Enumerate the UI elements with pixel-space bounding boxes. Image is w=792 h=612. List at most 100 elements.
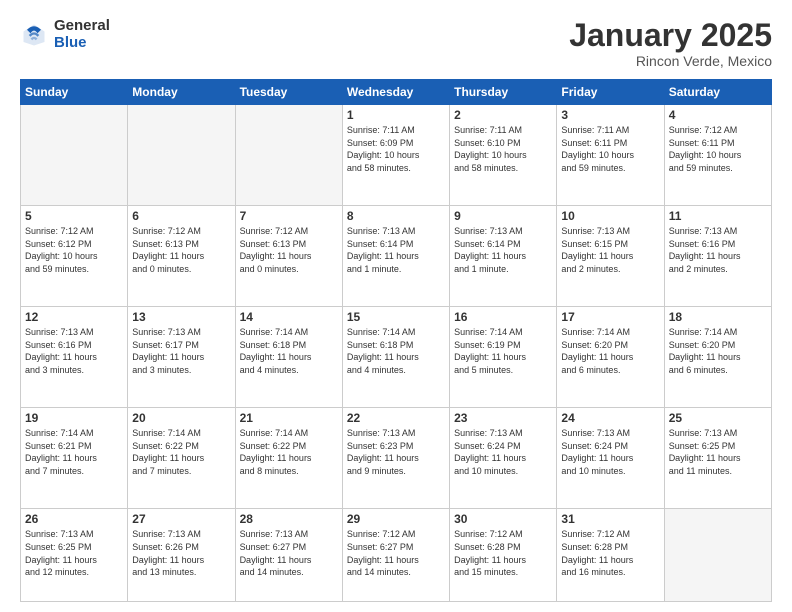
calendar-cell: 19Sunrise: 7:14 AM Sunset: 6:21 PM Dayli… [21, 408, 128, 509]
weekday-header-tuesday: Tuesday [235, 80, 342, 105]
calendar-cell: 18 Sunrise: 7:14 AM Sunset: 6:20 PM Dayli… [664, 307, 771, 408]
day-number: 11 [669, 209, 767, 223]
calendar-cell: 17Sunrise: 7:14 AM Sunset: 6:20 PM Dayli… [557, 307, 664, 408]
calendar-cell: 31 Sunrise: 7:12 AM Sunset: 6:28 PM Dayli… [557, 509, 664, 602]
calendar-cell: 24Sunrise: 7:13 AM Sunset: 6:24 PM Dayli… [557, 408, 664, 509]
day-number: 1 [347, 108, 445, 122]
day-info: Sunrise: 7:12 AM Sunset: 6:11 PM Dayligh… [669, 124, 767, 174]
day-info: Sunrise: 7:13 AM Sunset: 6:17 PM Dayligh… [132, 326, 230, 376]
calendar-cell: 25Sunrise: 7:13 AM Sunset: 6:25 PM Dayli… [664, 408, 771, 509]
calendar-cell [21, 105, 128, 206]
day-number: 5 [25, 209, 123, 223]
day-number: 18 [669, 310, 767, 324]
day-number: 15 [347, 310, 445, 324]
calendar-cell: 10 Sunrise: 7:13 AM Sunset: 6:15 PM Dayli… [557, 206, 664, 307]
title-block: January 2025 Rincon Verde, Mexico [569, 18, 772, 69]
calendar: SundayMondayTuesdayWednesdayThursdayFrid… [20, 79, 772, 602]
calendar-cell: 2Sunrise: 7:11 AM Sunset: 6:10 PM Daylig… [450, 105, 557, 206]
calendar-cell: 21 Sunrise: 7:14 AM Sunset: 6:22 PM Dayli… [235, 408, 342, 509]
weekday-header-monday: Monday [128, 80, 235, 105]
calendar-cell: 9 Sunrise: 7:13 AM Sunset: 6:14 PM Daylig… [450, 206, 557, 307]
day-number: 22 [347, 411, 445, 425]
day-info: Sunrise: 7:13 AM Sunset: 6:14 PM Dayligh… [454, 225, 552, 275]
calendar-cell: 15 Sunrise: 7:14 AM Sunset: 6:18 PM Dayli… [342, 307, 449, 408]
day-number: 17 [561, 310, 659, 324]
day-number: 7 [240, 209, 338, 223]
day-info: Sunrise: 7:11 AM Sunset: 6:10 PM Dayligh… [454, 124, 552, 174]
calendar-week-row: 19Sunrise: 7:14 AM Sunset: 6:21 PM Dayli… [21, 408, 772, 509]
day-number: 31 [561, 512, 659, 526]
calendar-cell [235, 105, 342, 206]
day-info: Sunrise: 7:13 AM Sunset: 6:14 PM Dayligh… [347, 225, 445, 275]
day-number: 14 [240, 310, 338, 324]
day-info: Sunrise: 7:13 AM Sunset: 6:24 PM Dayligh… [561, 427, 659, 477]
logo-general-text: General [54, 18, 110, 35]
logo: General Blue [20, 18, 110, 51]
day-number: 23 [454, 411, 552, 425]
day-number: 12 [25, 310, 123, 324]
day-number: 26 [25, 512, 123, 526]
day-info: Sunrise: 7:11 AM Sunset: 6:09 PM Dayligh… [347, 124, 445, 174]
weekday-header-friday: Friday [557, 80, 664, 105]
calendar-cell: 13Sunrise: 7:13 AM Sunset: 6:17 PM Dayli… [128, 307, 235, 408]
day-number: 9 [454, 209, 552, 223]
day-info: Sunrise: 7:12 AM Sunset: 6:12 PM Dayligh… [25, 225, 123, 275]
calendar-cell: 30 Sunrise: 7:12 AM Sunset: 6:28 PM Dayli… [450, 509, 557, 602]
day-info: Sunrise: 7:14 AM Sunset: 6:20 PM Dayligh… [669, 326, 767, 376]
day-number: 3 [561, 108, 659, 122]
day-number: 20 [132, 411, 230, 425]
day-info: Sunrise: 7:14 AM Sunset: 6:21 PM Dayligh… [25, 427, 123, 477]
day-info: Sunrise: 7:13 AM Sunset: 6:16 PM Dayligh… [25, 326, 123, 376]
calendar-cell: 11 Sunrise: 7:13 AM Sunset: 6:16 PM Dayli… [664, 206, 771, 307]
day-info: Sunrise: 7:13 AM Sunset: 6:25 PM Dayligh… [25, 528, 123, 578]
day-info: Sunrise: 7:14 AM Sunset: 6:18 PM Dayligh… [240, 326, 338, 376]
day-info: Sunrise: 7:14 AM Sunset: 6:18 PM Dayligh… [347, 326, 445, 376]
calendar-cell: 16 Sunrise: 7:14 AM Sunset: 6:19 PM Dayli… [450, 307, 557, 408]
day-info: Sunrise: 7:13 AM Sunset: 6:16 PM Dayligh… [669, 225, 767, 275]
day-info: Sunrise: 7:12 AM Sunset: 6:27 PM Dayligh… [347, 528, 445, 578]
day-info: Sunrise: 7:13 AM Sunset: 6:15 PM Dayligh… [561, 225, 659, 275]
calendar-cell: 23 Sunrise: 7:13 AM Sunset: 6:24 PM Dayli… [450, 408, 557, 509]
day-number: 16 [454, 310, 552, 324]
day-info: Sunrise: 7:12 AM Sunset: 6:28 PM Dayligh… [454, 528, 552, 578]
day-info: Sunrise: 7:14 AM Sunset: 6:22 PM Dayligh… [132, 427, 230, 477]
calendar-week-row: 12 Sunrise: 7:13 AM Sunset: 6:16 PM Dayli… [21, 307, 772, 408]
day-info: Sunrise: 7:12 AM Sunset: 6:13 PM Dayligh… [132, 225, 230, 275]
day-number: 21 [240, 411, 338, 425]
day-info: Sunrise: 7:14 AM Sunset: 6:19 PM Dayligh… [454, 326, 552, 376]
day-info: Sunrise: 7:13 AM Sunset: 6:26 PM Dayligh… [132, 528, 230, 578]
day-info: Sunrise: 7:14 AM Sunset: 6:22 PM Dayligh… [240, 427, 338, 477]
calendar-cell: 3 Sunrise: 7:11 AM Sunset: 6:11 PM Daylig… [557, 105, 664, 206]
day-number: 8 [347, 209, 445, 223]
day-info: Sunrise: 7:13 AM Sunset: 6:24 PM Dayligh… [454, 427, 552, 477]
weekday-header-row: SundayMondayTuesdayWednesdayThursdayFrid… [21, 80, 772, 105]
calendar-week-row: 5 Sunrise: 7:12 AM Sunset: 6:12 PM Daylig… [21, 206, 772, 307]
calendar-week-row: 26 Sunrise: 7:13 AM Sunset: 6:25 PM Dayli… [21, 509, 772, 602]
logo-text: General Blue [54, 18, 110, 51]
weekday-header-sunday: Sunday [21, 80, 128, 105]
calendar-cell: 8 Sunrise: 7:13 AM Sunset: 6:14 PM Daylig… [342, 206, 449, 307]
calendar-cell: 12 Sunrise: 7:13 AM Sunset: 6:16 PM Dayli… [21, 307, 128, 408]
calendar-cell: 7Sunrise: 7:12 AM Sunset: 6:13 PM Daylig… [235, 206, 342, 307]
calendar-cell: 4Sunrise: 7:12 AM Sunset: 6:11 PM Daylig… [664, 105, 771, 206]
day-info: Sunrise: 7:13 AM Sunset: 6:23 PM Dayligh… [347, 427, 445, 477]
calendar-cell [128, 105, 235, 206]
calendar-cell: 26 Sunrise: 7:13 AM Sunset: 6:25 PM Dayli… [21, 509, 128, 602]
calendar-cell: 14 Sunrise: 7:14 AM Sunset: 6:18 PM Dayli… [235, 307, 342, 408]
logo-icon [20, 21, 48, 49]
day-info: Sunrise: 7:11 AM Sunset: 6:11 PM Dayligh… [561, 124, 659, 174]
page: General Blue January 2025 Rincon Verde, … [0, 0, 792, 612]
day-number: 6 [132, 209, 230, 223]
day-number: 10 [561, 209, 659, 223]
calendar-week-row: 1 Sunrise: 7:11 AM Sunset: 6:09 PM Daylig… [21, 105, 772, 206]
day-info: Sunrise: 7:12 AM Sunset: 6:28 PM Dayligh… [561, 528, 659, 578]
day-info: Sunrise: 7:13 AM Sunset: 6:25 PM Dayligh… [669, 427, 767, 477]
calendar-cell: 5 Sunrise: 7:12 AM Sunset: 6:12 PM Daylig… [21, 206, 128, 307]
calendar-cell: 29Sunrise: 7:12 AM Sunset: 6:27 PM Dayli… [342, 509, 449, 602]
location: Rincon Verde, Mexico [569, 53, 772, 69]
logo-blue-text: Blue [54, 35, 110, 52]
day-number: 30 [454, 512, 552, 526]
calendar-cell [664, 509, 771, 602]
weekday-header-saturday: Saturday [664, 80, 771, 105]
month-title: January 2025 [569, 18, 772, 53]
